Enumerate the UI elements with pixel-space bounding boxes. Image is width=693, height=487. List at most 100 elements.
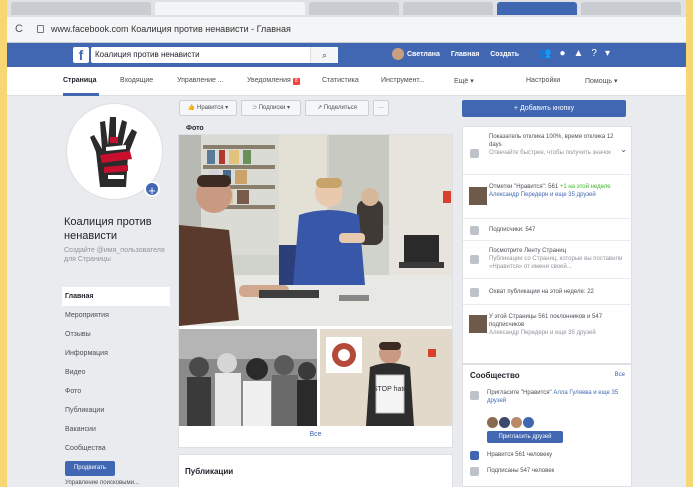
- share-button[interactable]: ↗ Поделиться: [305, 100, 369, 116]
- notifications-badge: 8: [292, 78, 300, 85]
- home-link[interactable]: Главная: [451, 51, 479, 58]
- page-stats-text: У этой Страницы 561 поклонников и 547 по…: [489, 313, 625, 337]
- likes-week: +1 на этой неделе: [559, 184, 611, 190]
- community-title: Сообщество: [470, 371, 520, 380]
- top-icons: 👥●▲?▾: [539, 48, 618, 59]
- likes-text: Отметки "Нравится": 561 +1 на этой недел…: [489, 183, 625, 199]
- likes-row[interactable]: Отметки "Нравится": 561 +1 на этой недел…: [463, 175, 633, 219]
- chart-icon: [470, 288, 479, 297]
- likes-friends: Александр Передерн и еще 35 друзей: [489, 192, 596, 198]
- left-nav: Главная Мероприятия Отзывы Информация Ви…: [62, 287, 170, 458]
- browser-tab[interactable]: [581, 2, 681, 15]
- invite-friends-button[interactable]: Пригласить друзей: [487, 431, 563, 443]
- add-button[interactable]: + Добавить кнопку: [462, 100, 626, 117]
- followers-row[interactable]: Подписчики: 547: [463, 219, 633, 241]
- tab-page[interactable]: Страница: [63, 77, 96, 84]
- likes-count: Отметки "Нравится": 561: [489, 184, 559, 190]
- feed-title: Посмотрите Ленту Страниц: [489, 248, 567, 254]
- rss-icon: ⊃: [252, 105, 258, 111]
- like-button[interactable]: 👍 Нравится ▾: [179, 100, 237, 116]
- chevron-down-icon[interactable]: ⌄: [620, 145, 627, 154]
- add-photo-icon[interactable]: +: [144, 181, 160, 198]
- browser-tab[interactable]: [309, 2, 399, 15]
- community-see-all-link[interactable]: Все: [615, 372, 625, 378]
- avatar[interactable]: [523, 417, 534, 428]
- nav-videos[interactable]: Видео: [62, 363, 170, 382]
- friend-avatar: [469, 315, 487, 333]
- promote-button[interactable]: Продвигать: [65, 461, 115, 476]
- see-all-photos-link[interactable]: Все: [179, 431, 452, 438]
- friends-icon[interactable]: 👥: [539, 48, 559, 59]
- tab-manage[interactable]: Управление ...: [177, 77, 224, 84]
- like-label: Нравится ▾: [197, 105, 229, 111]
- protest-photo[interactable]: STOP hate: [320, 329, 452, 426]
- rss-icon: [470, 467, 479, 476]
- nav-posts[interactable]: Публикации: [62, 401, 170, 420]
- facebook-logo-icon[interactable]: f: [73, 47, 89, 63]
- reach-row[interactable]: Охват публикации на этой неделе: 22: [463, 279, 633, 305]
- tab-more[interactable]: Ещё ▾: [454, 77, 474, 85]
- response-rate: Показатель отклика 100%, время отклика 1…: [489, 134, 614, 148]
- share-icon: ↗: [317, 105, 323, 111]
- followers-icon: [470, 226, 479, 235]
- feed-icon: [470, 255, 479, 264]
- friend-avatars: [487, 415, 537, 428]
- invite-text: Пригласите "Нравится" Алла Гуляева и еще…: [487, 389, 627, 405]
- tab-help[interactable]: Помощь ▾: [585, 77, 618, 85]
- create-link[interactable]: Создать: [490, 51, 519, 58]
- avatar[interactable]: [499, 417, 510, 428]
- page-stats-card: Показатель отклика 100%, время отклика 1…: [462, 126, 633, 364]
- help-icon[interactable]: ?: [591, 48, 605, 59]
- community-follows: Подписаны 547 человек: [487, 468, 555, 474]
- archive-photo[interactable]: [179, 329, 317, 426]
- follow-button[interactable]: ⊃ Подписки ▾: [241, 100, 301, 116]
- invite-icon: [470, 391, 479, 400]
- browser-tab[interactable]: [497, 2, 577, 15]
- user-profile-link[interactable]: Светлана: [392, 48, 440, 60]
- right-column: + Добавить кнопку Показатель отклика 100…: [462, 96, 633, 487]
- facebook-top-bar: f Коалиция против ненависти ⌕ Светлана Г…: [7, 43, 686, 67]
- page-stats-row[interactable]: У этой Страницы 561 поклонников и 547 по…: [463, 305, 633, 345]
- tab-insights[interactable]: Статистика: [322, 77, 359, 84]
- pages-feed-row[interactable]: Посмотрите Ленту Страниц Публикации со С…: [463, 241, 633, 279]
- dropdown-icon[interactable]: ▾: [605, 48, 618, 59]
- more-options-button[interactable]: ···: [373, 100, 389, 116]
- follow-label: Подписки ▾: [258, 105, 290, 111]
- browser-tab[interactable]: [403, 2, 493, 15]
- address-bar: C www.facebook.com Коалиция против ненав…: [7, 17, 686, 43]
- browser-tab-strip: [7, 0, 686, 17]
- community-card: Сообщество Все Пригласите "Нравится" Алл…: [462, 364, 632, 487]
- promote-text: Управление поисковыми...: [65, 480, 139, 486]
- url-field[interactable]: www.facebook.com Коалиция против ненавис…: [51, 24, 291, 34]
- left-column: + Коалиция против ненависти Создайте @им…: [62, 96, 172, 487]
- notifications-icon[interactable]: ▲: [574, 48, 592, 59]
- nav-about[interactable]: Информация: [62, 344, 170, 363]
- tab-inbox[interactable]: Входящие: [120, 77, 153, 84]
- reach-text: Охват публикации на этой неделе: 22: [489, 289, 594, 295]
- reload-icon[interactable]: C: [15, 23, 23, 35]
- nav-communities[interactable]: Сообщества: [62, 439, 170, 458]
- lock-icon: [37, 25, 44, 33]
- share-label: Поделиться: [323, 105, 357, 111]
- nav-photos[interactable]: Фото: [62, 382, 170, 401]
- tab-settings[interactable]: Настройки: [526, 77, 560, 84]
- search-icon[interactable]: ⌕: [310, 47, 338, 63]
- tab-notifications[interactable]: Уведомления 8: [247, 77, 300, 85]
- nav-jobs[interactable]: Вакансии: [62, 420, 170, 439]
- tab-notifications-label: Уведомления: [247, 77, 291, 84]
- tab-tools[interactable]: Инструмент...: [381, 77, 425, 84]
- browser-tab[interactable]: [11, 2, 151, 15]
- create-username-link[interactable]: Создайте @имя_пользователя для Страницы: [64, 246, 170, 264]
- avatar[interactable]: [511, 417, 522, 428]
- main-photo[interactable]: [179, 135, 452, 326]
- main-column: 👍 Нравится ▾ ⊃ Подписки ▾ ↗ Поделиться ·…: [173, 96, 455, 487]
- browser-tab-active[interactable]: [155, 2, 305, 15]
- nav-home[interactable]: Главная: [62, 287, 170, 306]
- response-rate-row[interactable]: Показатель отклика 100%, время отклика 1…: [463, 127, 633, 175]
- nav-reviews[interactable]: Отзывы: [62, 325, 170, 344]
- messenger-icon[interactable]: ●: [559, 48, 573, 59]
- page-stats: У этой Страницы 561 поклонников и 547 по…: [489, 314, 603, 328]
- nav-events[interactable]: Мероприятия: [62, 306, 170, 325]
- avatar[interactable]: [487, 417, 498, 428]
- search-input[interactable]: Коалиция против ненависти ⌕: [91, 47, 338, 63]
